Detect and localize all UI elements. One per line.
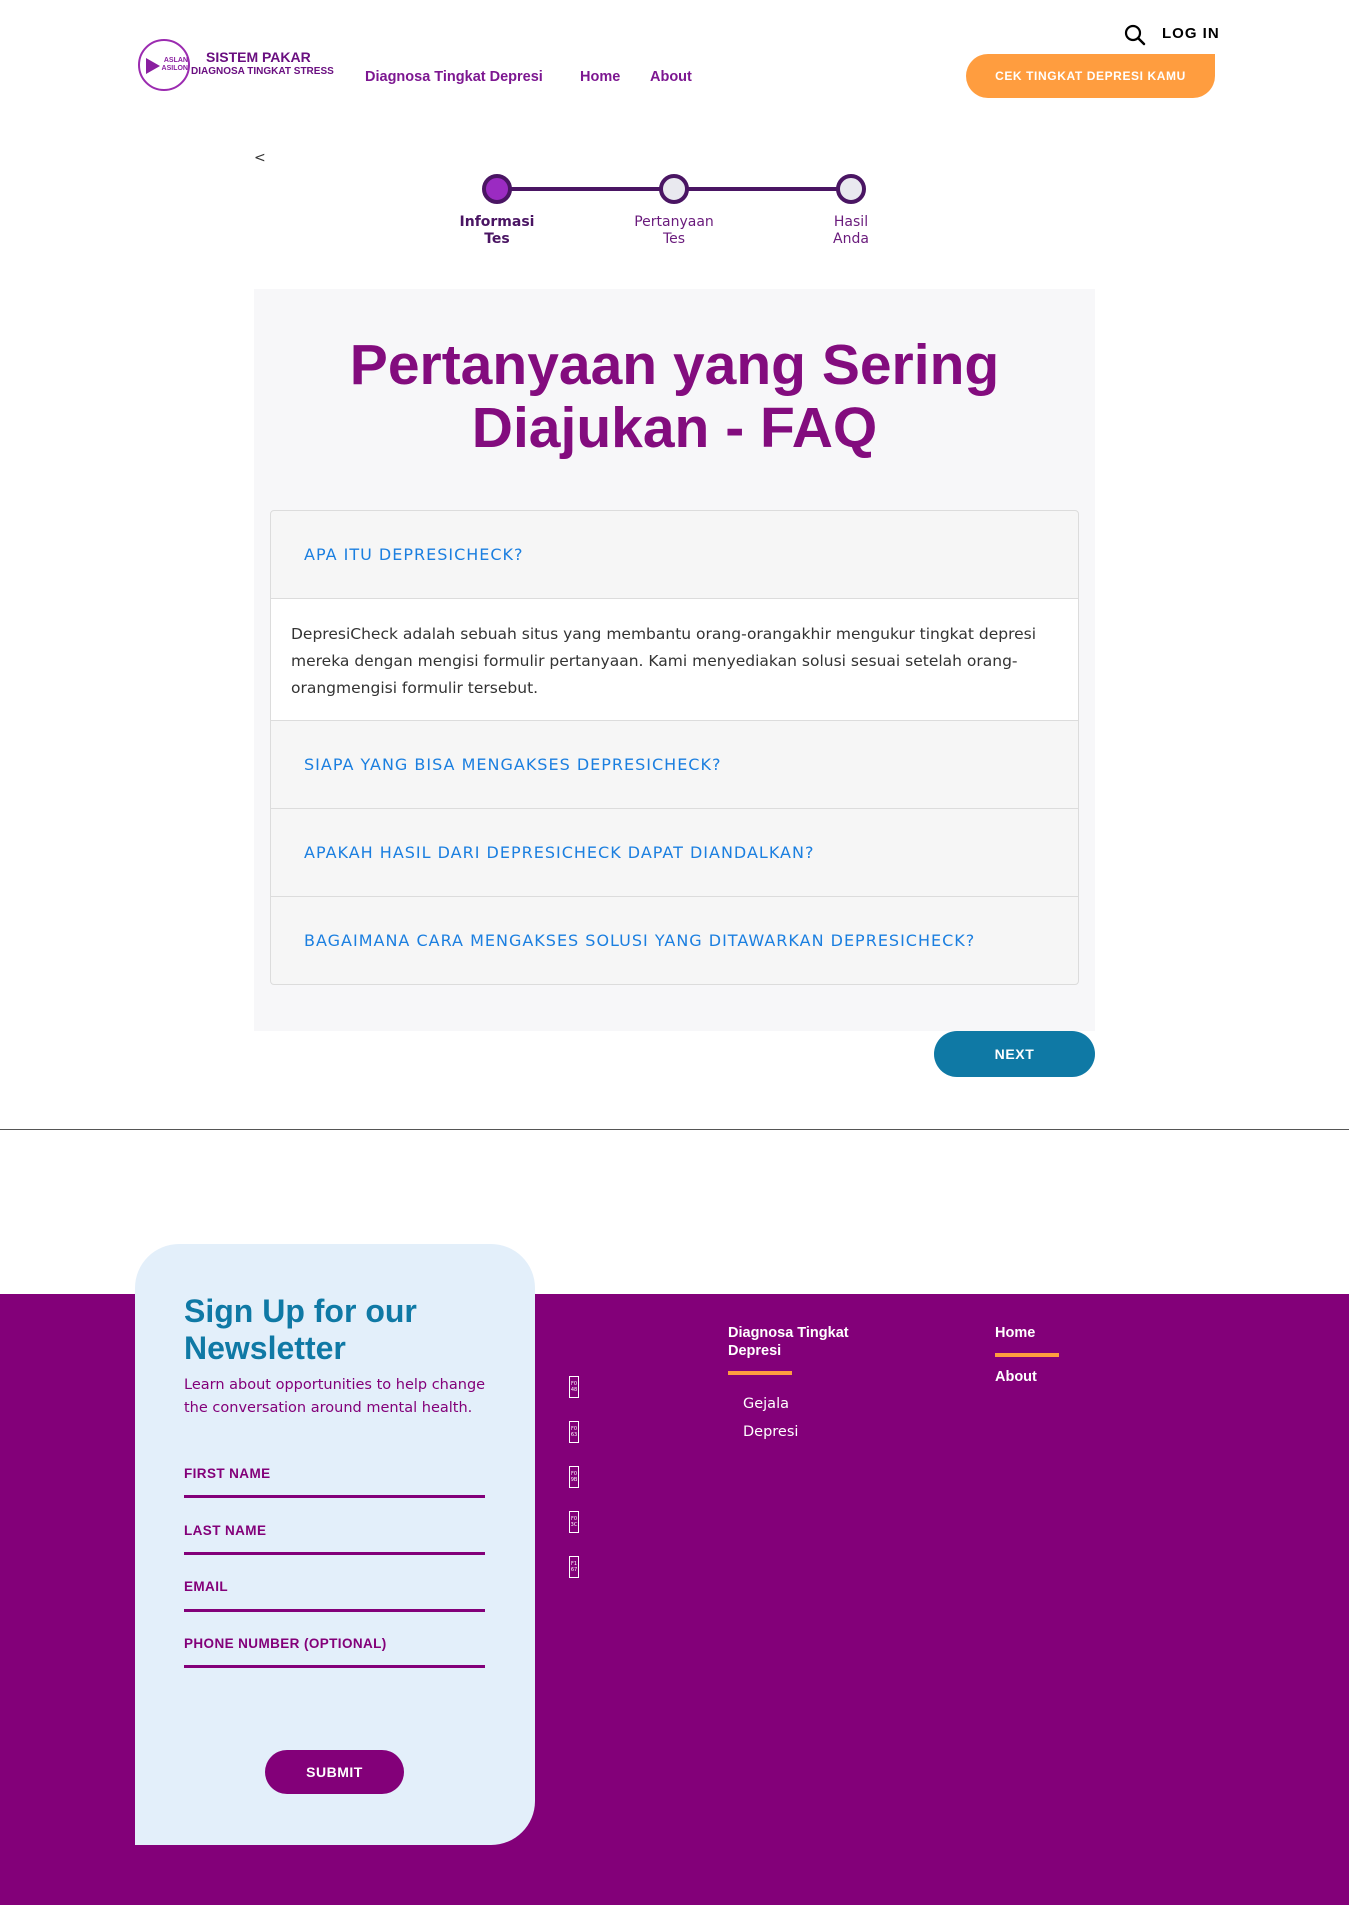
nav-home[interactable]: Home — [580, 69, 620, 85]
newsletter-title: Sign Up for our Newsletter — [184, 1293, 417, 1366]
footer-home-underline — [995, 1353, 1059, 1357]
faq-question[interactable]: BAGAIMANA CARA MENGAKSES SOLUSI YANG DIT… — [271, 897, 1078, 984]
instagram-icon[interactable]: F0 63 — [569, 1421, 579, 1443]
faq-title-line1: Pertanyaan yang Sering — [349, 333, 1000, 397]
cek-depresi-button[interactable]: CEK TINGKAT DEPRESI KAMU — [966, 54, 1215, 98]
logo-arrow-icon — [146, 58, 160, 74]
step-3-label-line1: Hasil — [833, 214, 869, 230]
youtube-icon[interactable]: F1 67 — [569, 1556, 579, 1578]
email-field[interactable] — [184, 1609, 485, 1612]
search-icon[interactable] — [1124, 24, 1146, 46]
footer-link-about[interactable]: About — [995, 1368, 1037, 1386]
next-button[interactable]: NEXT — [934, 1031, 1095, 1077]
newsletter-description: Learn about opportunities to help change… — [184, 1377, 486, 1416]
step-2-label-line2: Tes — [662, 231, 686, 247]
faq-item: BAGAIMANA CARA MENGAKSES SOLUSI YANG DIT… — [271, 897, 1078, 984]
step-3-label: Hasil Anda — [791, 214, 911, 248]
footer-diagnosa-heading-line1: Diagnosa Tingkat — [728, 1325, 849, 1341]
faq-question[interactable]: SIAPA YANG BISA MENGAKSES DEPRESICHECK? — [271, 721, 1078, 808]
twitter-icon[interactable]: F0 9B — [569, 1466, 579, 1488]
step-connector — [674, 187, 851, 191]
last-name-field[interactable] — [184, 1552, 485, 1555]
faq-title-line2: Diajukan - FAQ — [471, 396, 878, 460]
back-button[interactable]: < — [254, 150, 266, 166]
faq-question[interactable]: APA ITU DEPRESICHECK? — [271, 511, 1078, 598]
brand-subtitle: DIAGNOSA TINGKAT STRESS — [191, 66, 334, 77]
faq-item: APAKAH HASIL DARI DEPRESICHECK DAPAT DIA… — [271, 809, 1078, 897]
step-3-dot[interactable] — [836, 174, 866, 204]
step-3-label-line2: Anda — [833, 231, 869, 247]
brand-title: SISTEM PAKAR — [206, 49, 311, 65]
step-1-label-line2: Tes — [484, 231, 510, 247]
first-name-field[interactable] — [184, 1495, 485, 1498]
step-1-label: Informasi Tes — [437, 214, 557, 248]
faq-item: SIAPA YANG BISA MENGAKSES DEPRESICHECK? — [271, 721, 1078, 809]
brand-logo[interactable]: ASLAN ASILON — [138, 39, 190, 91]
facebook-icon[interactable]: F0 48 — [569, 1376, 579, 1398]
login-link[interactable]: LOG IN — [1162, 25, 1220, 42]
first-name-label: FIRST NAME — [184, 1466, 271, 1481]
step-1-dot[interactable] — [482, 174, 512, 204]
footer-diagnosa-heading[interactable]: Diagnosa Tingkat Depresi — [728, 1324, 849, 1360]
faq-answer: DepresiCheck adalah sebuah situs yang me… — [271, 598, 1078, 720]
faq-accordion: APA ITU DEPRESICHECK? DepresiCheck adala… — [270, 510, 1079, 985]
footer-diagnosa-heading-line2: Depresi — [728, 1343, 782, 1359]
faq-question[interactable]: APAKAH HASIL DARI DEPRESICHECK DAPAT DIA… — [271, 809, 1078, 896]
phone-field[interactable] — [184, 1665, 485, 1668]
section-divider — [0, 1129, 1349, 1130]
nav-about[interactable]: About — [650, 69, 692, 85]
footer-link-depresi[interactable]: Depresi — [743, 1424, 798, 1440]
step-1-label-line1: Informasi — [459, 214, 535, 230]
step-2-dot[interactable] — [659, 174, 689, 204]
step-2-label: Pertanyaan Tes — [614, 214, 734, 248]
footer-link-gejala[interactable]: Gejala — [743, 1396, 789, 1412]
submit-button[interactable]: SUBMIT — [265, 1750, 404, 1794]
faq-item: APA ITU DEPRESICHECK? DepresiCheck adala… — [271, 511, 1078, 721]
linkedin-icon[interactable]: F0 3C — [569, 1511, 579, 1533]
email-label: EMAIL — [184, 1579, 228, 1594]
footer-heading-underline — [728, 1371, 792, 1375]
step-2-label-line1: Pertanyaan — [634, 214, 714, 230]
last-name-label: LAST NAME — [184, 1523, 267, 1538]
phone-label: PHONE NUMBER (OPTIONAL) — [184, 1636, 387, 1651]
faq-title: Pertanyaan yang Sering Diajukan - FAQ — [254, 334, 1095, 460]
nav-diagnosa[interactable]: Diagnosa Tingkat Depresi — [365, 69, 543, 85]
footer-link-home[interactable]: Home — [995, 1324, 1035, 1342]
step-connector — [497, 187, 674, 191]
